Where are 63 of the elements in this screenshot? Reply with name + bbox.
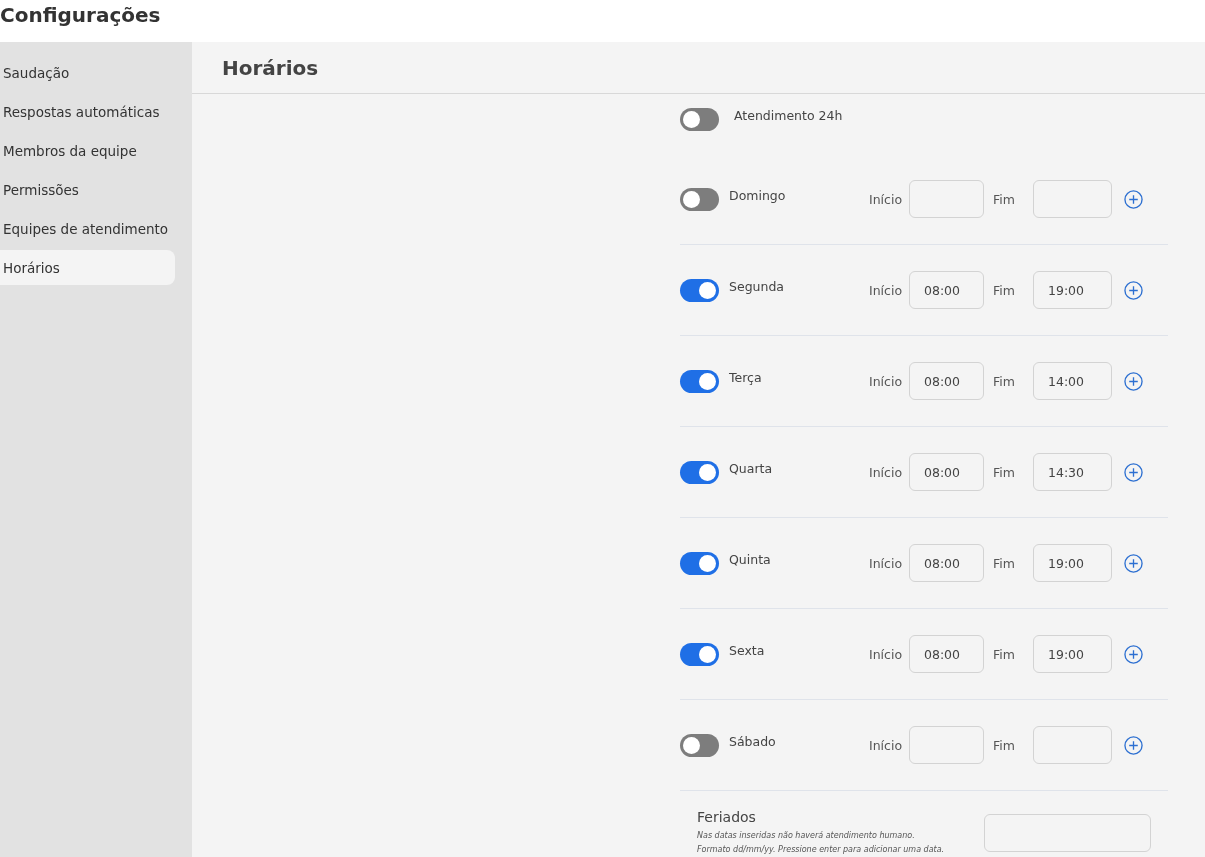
toggle-switch[interactable]: [680, 278, 719, 302]
field-label: Início: [869, 555, 904, 571]
sidebar-item[interactable]: Respostas automáticas: [0, 94, 175, 129]
date-input-field[interactable]: [984, 814, 1151, 852]
start-time-field[interactable]: 08:00: [909, 453, 984, 491]
end-time-field[interactable]: 14:30: [1033, 453, 1112, 491]
toggle-switch[interactable]: [680, 369, 719, 393]
day-name: Quarta: [729, 460, 774, 476]
field-label: Início: [869, 737, 904, 753]
day-name: Domingo: [729, 187, 787, 203]
field-label: Início: [869, 646, 904, 662]
holidays-title: Feriados: [697, 809, 757, 825]
toggle-switch[interactable]: [680, 642, 719, 666]
day-name: Sábado: [729, 733, 777, 749]
sidebar-item[interactable]: Horários: [0, 250, 175, 285]
sidebar-item[interactable]: Saudação: [0, 55, 175, 90]
field-label: Fim: [993, 464, 1016, 480]
start-time-field[interactable]: [909, 726, 984, 764]
end-time-field[interactable]: 19:00: [1033, 271, 1112, 309]
field-label: Fim: [993, 737, 1016, 753]
day-name: Segunda: [729, 278, 785, 294]
start-time-field[interactable]: 08:00: [909, 362, 984, 400]
add-icon[interactable]: [1124, 644, 1143, 664]
toggle-label: Atendimento 24h: [734, 108, 843, 123]
add-icon[interactable]: [1124, 735, 1143, 755]
start-time-field[interactable]: 08:00: [909, 635, 984, 673]
sidebar-item[interactable]: Membros da equipe: [0, 133, 175, 168]
toggle-switch[interactable]: [680, 187, 719, 211]
end-time-field[interactable]: [1033, 726, 1112, 764]
toggle-switch[interactable]: [680, 460, 719, 484]
add-icon[interactable]: [1124, 280, 1143, 300]
section-title: Horários: [222, 55, 319, 80]
end-time-field[interactable]: [1033, 180, 1112, 218]
holidays-description: Nas datas inseridas não haverá atendimento humano.: [697, 830, 916, 842]
field-label: Início: [869, 191, 904, 207]
field-label: Fim: [993, 191, 1016, 207]
start-time-field[interactable]: 08:00: [909, 544, 984, 582]
field-label: Início: [869, 282, 904, 298]
toggle-switch[interactable]: [680, 733, 719, 757]
sidebar-item[interactable]: Equipes de atendimento: [0, 211, 175, 246]
field-label: Fim: [993, 555, 1016, 571]
add-icon[interactable]: [1124, 553, 1143, 573]
day-name: Terça: [729, 369, 763, 385]
toggle-switch[interactable]: [680, 551, 719, 575]
start-time-field[interactable]: 08:00: [909, 271, 984, 309]
holidays-description: Formato dd/mm/yy. Pressione enter para adicionar uma data.: [697, 844, 946, 856]
sidebar-item[interactable]: Permissões: [0, 172, 175, 207]
field-label: Fim: [993, 646, 1016, 662]
page-title: Configurações: [0, 2, 162, 29]
field-label: Fim: [993, 282, 1016, 298]
end-time-field[interactable]: 19:00: [1033, 544, 1112, 582]
add-icon[interactable]: [1124, 462, 1143, 482]
end-time-field[interactable]: 19:00: [1033, 635, 1112, 673]
toggle-switch[interactable]: [680, 108, 719, 131]
field-label: Início: [869, 464, 904, 480]
field-label: Início: [869, 373, 904, 389]
add-icon[interactable]: [1124, 371, 1143, 391]
start-time-field[interactable]: [909, 180, 984, 218]
day-name: Sexta: [729, 642, 766, 658]
end-time-field[interactable]: 14:00: [1033, 362, 1112, 400]
day-name: Quinta: [729, 551, 772, 567]
field-label: Fim: [993, 373, 1016, 389]
add-icon[interactable]: [1124, 189, 1143, 209]
